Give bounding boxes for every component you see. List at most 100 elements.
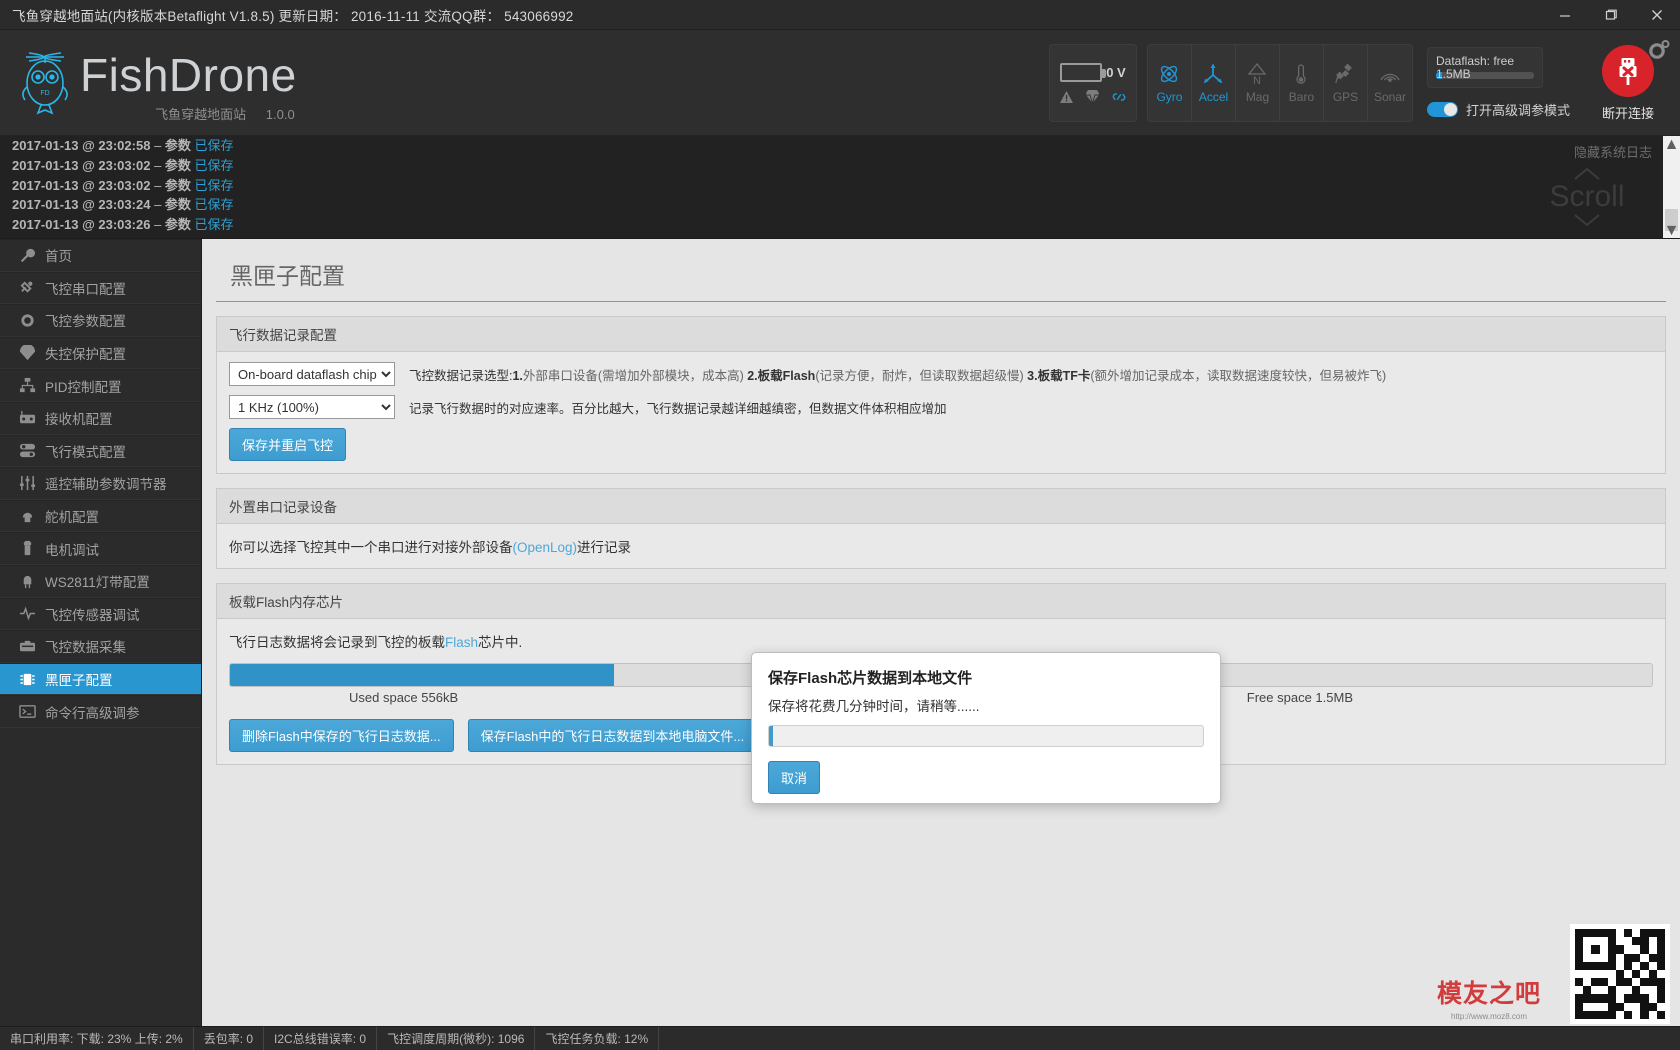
- sensor-gyro-label: Gyro: [1156, 90, 1183, 104]
- sidebar-item-4[interactable]: PID控制配置: [0, 369, 201, 402]
- title-bar-text: 飞鱼穿越地面站(内核版本Betaflight V1.8.5) 更新日期： 201…: [12, 8, 574, 24]
- log-status: 已保存: [194, 217, 234, 233]
- sidebar-item-label: 飞行模式配置: [45, 444, 126, 460]
- close-button[interactable]: [1634, 0, 1680, 30]
- log-timestamp: 2017-01-13 @ 23:02:58: [12, 138, 155, 153]
- log-line: 2017-01-13 @ 23:03:02 – 参数 已保存: [0, 176, 1680, 196]
- device-hint-1-text: 外部串口设备(需增加外部模块，成本高): [522, 368, 744, 383]
- log-line-list: 2017-01-13 @ 23:02:58 – 参数 已保存 2017-01-13…: [0, 136, 1680, 235]
- log-dash: –: [154, 177, 165, 193]
- sensor-accel-label: Accel: [1198, 90, 1229, 104]
- page-title: 黑匣子配置: [216, 239, 1666, 302]
- sidebar-item-14[interactable]: 命令行高级调参: [0, 695, 201, 728]
- svg-text:N: N: [1254, 75, 1262, 86]
- sidebar-item-label: 飞控参数配置: [45, 314, 126, 330]
- sidebar-item-5[interactable]: 接收机配置: [0, 401, 201, 435]
- usb-disconnect-icon: [1619, 57, 1637, 85]
- save-flash-to-file-button[interactable]: 保存Flash中的飞行日志数据到本地电脑文件...: [467, 719, 758, 752]
- dialog-cancel-button[interactable]: 取消: [768, 761, 821, 794]
- plug-icon: [18, 279, 36, 296]
- device-hint-2-text: (记录方便，耐炸，但读取数据超级慢): [815, 368, 1024, 383]
- advanced-mode-toggle[interactable]: [1426, 102, 1458, 117]
- sliders-icon: [18, 442, 36, 459]
- sidebar-item-8[interactable]: 舵机配置: [0, 499, 201, 533]
- minimize-button[interactable]: [1542, 0, 1588, 30]
- log-timestamp: 2017-01-13 @ 23:03:02: [12, 177, 155, 193]
- sidebar-item-9[interactable]: 电机调试: [0, 532, 201, 565]
- log-dash: –: [154, 157, 165, 173]
- rate-select-row: 1 KHz (100%)500 Hz (50%)250 Hz (25%)125 …: [229, 395, 1653, 419]
- sidebar-item-12[interactable]: 飞控数据采集: [0, 630, 201, 663]
- sensor-mag[interactable]: N Mag: [1236, 45, 1280, 121]
- panel-flight-log-config: 飞行数据记录配置 NoneOn-board dataflash chipSeri…: [216, 316, 1666, 474]
- sensor-accel[interactable]: Accel: [1192, 45, 1236, 121]
- servo-icon: [18, 508, 36, 525]
- logging-rate-select[interactable]: 1 KHz (100%)500 Hz (50%)250 Hz (25%)125 …: [229, 395, 395, 419]
- status-cell-2: I2C总线错误率: 0: [264, 1026, 378, 1050]
- log-line: 2017-01-13 @ 23:03:26 – 参数 已保存: [0, 215, 1680, 235]
- sidebar-item-13[interactable]: 黑匣子配置: [0, 662, 201, 696]
- log-timestamp: 2017-01-13 @ 23:03:24: [12, 197, 155, 213]
- panel-title: 外置串口记录设备: [217, 489, 1665, 524]
- sidebar-item-10[interactable]: WS2811灯带配置: [0, 564, 201, 598]
- brand-version: 1.0.0: [265, 106, 295, 122]
- advanced-mode-row[interactable]: 打开高级调参模式: [1426, 100, 1570, 119]
- save-reboot-button[interactable]: 保存并重启飞控: [229, 428, 347, 461]
- sensor-gyro[interactable]: Gyro: [1148, 45, 1192, 121]
- status-cell-3: 飞控调度周期(微秒): 1096: [377, 1026, 536, 1050]
- status-icon-row: [1059, 89, 1127, 104]
- gear-icon[interactable]: [1648, 40, 1670, 60]
- log-line: 2017-01-13 @ 23:02:58 – 参数 已保存: [0, 136, 1680, 156]
- used-space-label: Used space 556kB: [349, 690, 459, 705]
- maximize-button[interactable]: [1588, 0, 1634, 30]
- brand-subtitle-row: 飞鱼穿越地面站 1.0.0: [80, 104, 297, 123]
- logging-device-select[interactable]: NoneOn-board dataflash chipSerial portOn…: [229, 362, 395, 386]
- led-icon: [18, 573, 36, 590]
- sensor-mag-label: Mag: [1245, 90, 1270, 104]
- erase-flash-button[interactable]: 删除Flash中保存的飞行日志数据...: [229, 719, 454, 752]
- scroll-up-arrow[interactable]: ▲: [1663, 136, 1680, 153]
- flash-description: 飞行日志数据将会记录到飞控的板载Flash芯片中.: [229, 629, 1653, 651]
- sidebar-item-0[interactable]: 首页: [0, 239, 201, 272]
- log-dash: –: [154, 217, 165, 233]
- device-hint-prefix: 飞控数据记录选型:: [409, 368, 513, 383]
- log-line: 2017-01-13 @ 23:03:02 – 参数 已保存: [0, 156, 1680, 176]
- sidebar-item-3[interactable]: 失控保护配置: [0, 336, 201, 370]
- sidebar-item-7[interactable]: 遥控辅助参数调节器: [0, 467, 201, 500]
- hide-system-log-button[interactable]: 隐藏系统日志: [1574, 142, 1652, 161]
- device-hint-1-num: 1.: [512, 368, 523, 383]
- sidebar-item-2[interactable]: 飞控参数配置: [0, 304, 201, 337]
- battery-status-box: 0 V: [1048, 44, 1137, 122]
- sidebar-item-label: 命令行高级调参: [45, 705, 140, 721]
- qr-code-grid: [1575, 929, 1665, 1019]
- parachute-icon: [1085, 89, 1099, 104]
- warning-icon: [1059, 90, 1073, 103]
- openlog-link[interactable]: (OpenLog): [513, 540, 578, 555]
- log-source: 参数: [164, 217, 191, 233]
- terminal-icon: [18, 703, 36, 720]
- motor-icon: [18, 540, 36, 557]
- dataflash-status: Dataflash: free 1.5MB: [1426, 47, 1543, 88]
- log-timestamp: 2017-01-13 @ 23:03:02: [12, 157, 155, 173]
- log-line: 2017-01-13 @ 23:03:24 – 参数 已保存: [0, 195, 1680, 215]
- sensor-gps[interactable]: GPS: [1324, 45, 1368, 121]
- log-scrollbar[interactable]: ▲ ▼: [1663, 136, 1680, 239]
- battery-row: 0 V: [1060, 62, 1126, 82]
- sensor-sonar[interactable]: Sonar: [1368, 45, 1412, 121]
- toggle-knob: [1443, 103, 1457, 116]
- device-hint-2-bold: 板载Flash: [757, 368, 816, 383]
- log-source: 参数: [164, 138, 191, 153]
- sidebar-item-label: 黑匣子配置: [45, 673, 113, 689]
- main-body: 首页 飞控串口配置飞控参数配置失控保护配置 PID控制配置 接收机配置飞行模式配置遥控…: [0, 239, 1680, 1026]
- satellite-icon: [1335, 63, 1353, 84]
- sidebar-item-1[interactable]: 飞控串口配置: [0, 271, 201, 305]
- gear-icon: [18, 312, 36, 329]
- app-header: FD FishDrone 飞鱼穿越地面站 1.0.0 0 V Gyro Acce…: [0, 30, 1680, 136]
- sensor-baro[interactable]: Baro: [1280, 45, 1324, 121]
- compass-icon: N: [1248, 62, 1267, 86]
- panel-body: 你可以选择飞控其中一个串口进行对接外部设备(OpenLog)进行记录: [217, 524, 1665, 568]
- sidebar-item-11[interactable]: 飞控传感器调试: [0, 597, 201, 631]
- sidebar-item-6[interactable]: 飞行模式配置: [0, 434, 201, 468]
- scroll-down-arrow[interactable]: ▼: [1663, 222, 1680, 239]
- device-hint-3-num: 3.: [1027, 368, 1038, 383]
